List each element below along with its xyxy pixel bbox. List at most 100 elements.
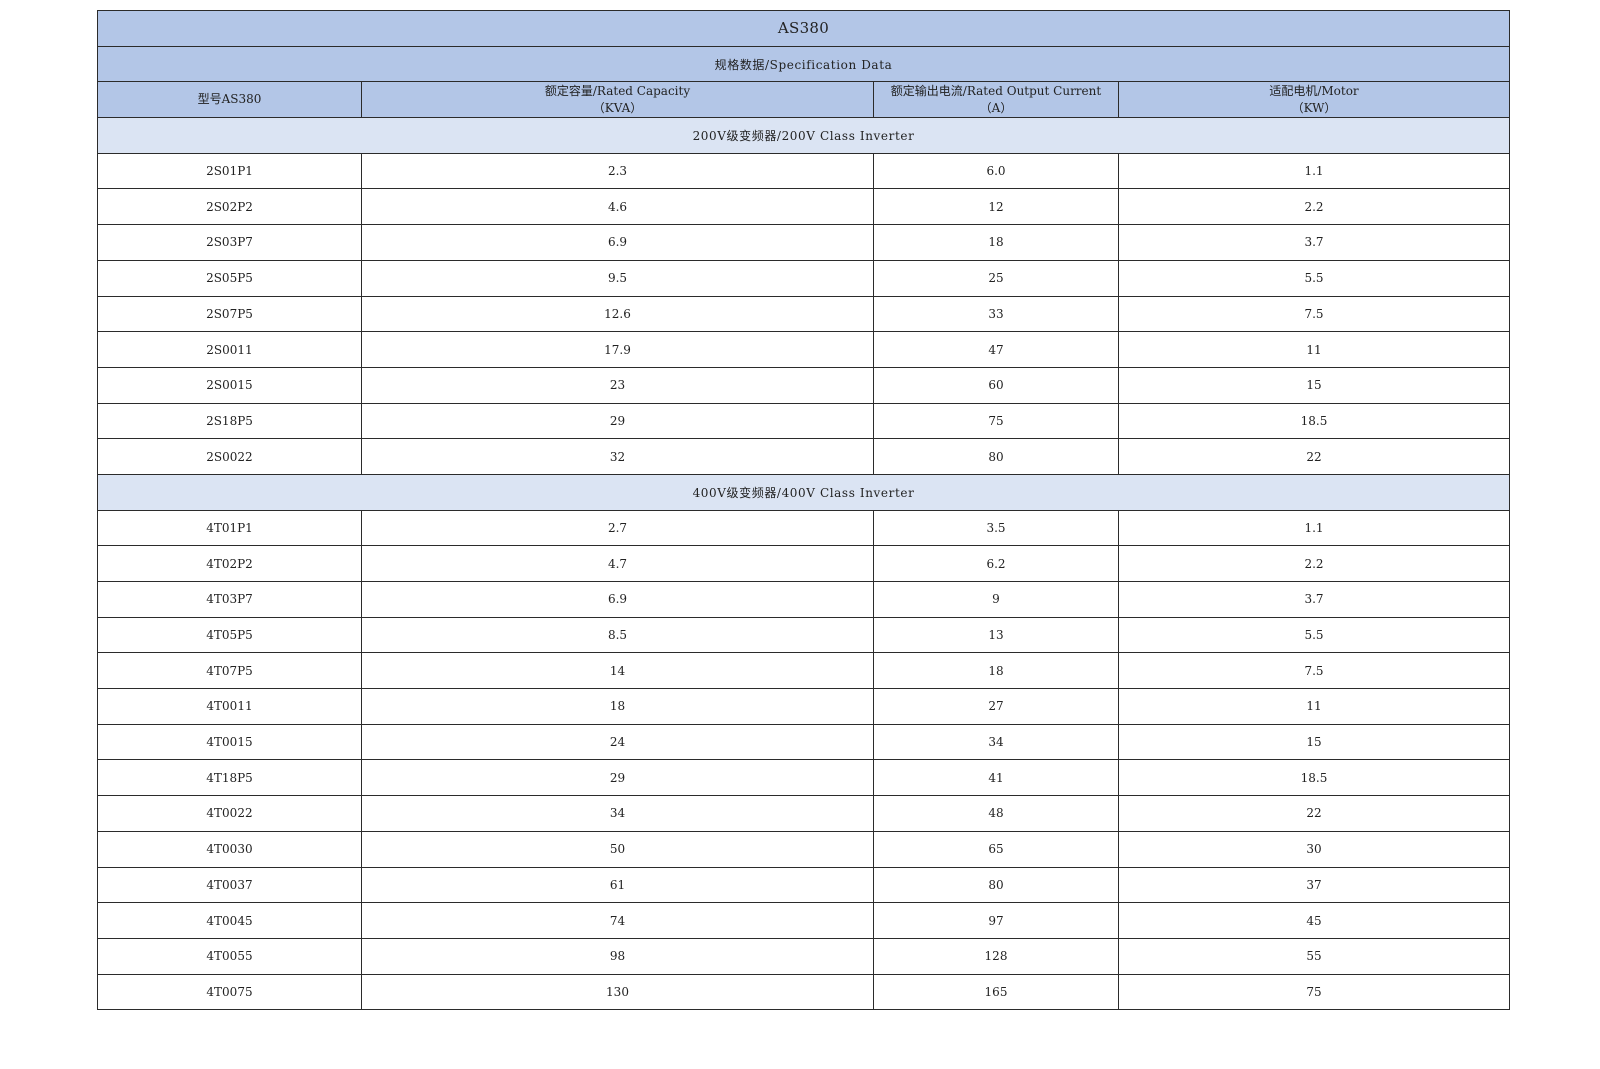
cell-capacity: 6.9	[361, 581, 874, 618]
header-current-unit: （A）	[979, 100, 1013, 115]
cell-capacity: 29	[361, 402, 874, 440]
header-capacity-unit: （KVA）	[592, 100, 643, 115]
table-row: 4T01P1 2.7 3.5 1.1	[97, 509, 1510, 547]
cell-model: 4T0011	[97, 688, 362, 725]
cell-capacity: 50	[361, 830, 874, 868]
table-row: 4T03P7 6.9 9 3.7	[97, 581, 1510, 618]
cell-capacity: 98	[361, 937, 874, 975]
cell-capacity: 32	[361, 438, 874, 475]
cell-motor: 7.5	[1118, 295, 1510, 333]
cell-current: 65	[873, 830, 1119, 868]
table-row: 2S03P7 6.9 18 3.7	[97, 224, 1510, 261]
spec-table: AS380 规格数据/Specification Data 型号AS380 额定…	[97, 10, 1510, 1011]
cell-motor: 15	[1118, 366, 1510, 404]
table-title: AS380	[97, 10, 1510, 47]
cell-motor: 5.5	[1118, 259, 1510, 297]
group-label: 400V级变频器/400V Class Inverter	[97, 473, 1510, 511]
cell-current: 18	[873, 224, 1119, 261]
cell-motor: 7.5	[1118, 652, 1510, 690]
cell-current: 80	[873, 866, 1119, 904]
header-motor-label: 适配电机/Motor	[1269, 83, 1359, 98]
cell-current: 9	[873, 581, 1119, 618]
table-row: 2S01P1 2.3 6.0 1.1	[97, 152, 1510, 190]
cell-motor: 18.5	[1118, 759, 1510, 797]
cell-model: 4T0030	[97, 830, 362, 868]
cell-model: 2S0015	[97, 366, 362, 404]
cell-model: 4T0055	[97, 937, 362, 975]
table-row: 2S02P2 4.6 12 2.2	[97, 188, 1510, 226]
cell-motor: 15	[1118, 723, 1510, 761]
table-row: 4T0011 18 27 11	[97, 688, 1510, 725]
cell-model: 4T18P5	[97, 759, 362, 797]
table-row: 2S18P5 29 75 18.5	[97, 402, 1510, 440]
table-row: 2S07P5 12.6 33 7.5	[97, 295, 1510, 333]
cell-model: 2S02P2	[97, 188, 362, 226]
cell-current: 6.0	[873, 152, 1119, 190]
cell-motor: 1.1	[1118, 509, 1510, 547]
table-row: 4T0037 61 80 37	[97, 866, 1510, 904]
group-header-row: 400V级变频器/400V Class Inverter	[97, 473, 1510, 511]
cell-capacity: 14	[361, 652, 874, 690]
cell-model: 4T01P1	[97, 509, 362, 547]
cell-capacity: 29	[361, 759, 874, 797]
cell-capacity: 17.9	[361, 331, 874, 368]
cell-model: 4T0015	[97, 723, 362, 761]
cell-model: 2S0022	[97, 438, 362, 475]
cell-current: 48	[873, 795, 1119, 832]
cell-motor: 11	[1118, 688, 1510, 725]
cell-model: 4T0037	[97, 866, 362, 904]
table-subtitle: 规格数据/Specification Data	[97, 45, 1510, 83]
cell-current: 34	[873, 723, 1119, 761]
cell-capacity: 34	[361, 795, 874, 832]
table-row: 4T05P5 8.5 13 5.5	[97, 616, 1510, 654]
cell-current: 75	[873, 402, 1119, 440]
cell-model: 4T0075	[97, 973, 362, 1011]
cell-capacity: 6.9	[361, 224, 874, 261]
cell-current: 3.5	[873, 509, 1119, 547]
cell-current: 41	[873, 759, 1119, 797]
cell-capacity: 9.5	[361, 259, 874, 297]
cell-current: 97	[873, 902, 1119, 939]
header-model: 型号AS380	[97, 81, 362, 119]
cell-model: 4T05P5	[97, 616, 362, 654]
table-row: 4T0045 74 97 45	[97, 902, 1510, 939]
header-current-label: 额定输出电流/Rated Output Current	[890, 83, 1102, 98]
cell-motor: 22	[1118, 438, 1510, 475]
cell-model: 2S0011	[97, 331, 362, 368]
cell-model: 4T02P2	[97, 545, 362, 582]
cell-current: 25	[873, 259, 1119, 297]
column-header-row: 型号AS380 额定容量/Rated Capacity （KVA） 额定输出电流…	[97, 81, 1510, 119]
header-motor-unit: （KW）	[1291, 100, 1337, 115]
cell-capacity: 74	[361, 902, 874, 939]
cell-capacity: 2.3	[361, 152, 874, 190]
cell-capacity: 8.5	[361, 616, 874, 654]
cell-motor: 30	[1118, 830, 1510, 868]
cell-model: 2S05P5	[97, 259, 362, 297]
header-motor: 适配电机/Motor （KW）	[1118, 81, 1510, 119]
cell-model: 4T0022	[97, 795, 362, 832]
cell-model: 2S03P7	[97, 224, 362, 261]
cell-current: 165	[873, 973, 1119, 1011]
subtitle-row: 规格数据/Specification Data	[97, 45, 1510, 83]
cell-model: 2S01P1	[97, 152, 362, 190]
cell-capacity: 2.7	[361, 509, 874, 547]
cell-capacity: 18	[361, 688, 874, 725]
cell-current: 80	[873, 438, 1119, 475]
cell-model: 4T07P5	[97, 652, 362, 690]
cell-motor: 11	[1118, 331, 1510, 368]
header-capacity: 额定容量/Rated Capacity （KVA）	[361, 81, 874, 119]
table-row: 4T07P5 14 18 7.5	[97, 652, 1510, 690]
cell-capacity: 24	[361, 723, 874, 761]
cell-current: 13	[873, 616, 1119, 654]
cell-current: 60	[873, 366, 1119, 404]
table-row: 4T18P5 29 41 18.5	[97, 759, 1510, 797]
cell-capacity: 130	[361, 973, 874, 1011]
cell-motor: 1.1	[1118, 152, 1510, 190]
title-row: AS380	[97, 10, 1510, 47]
cell-capacity: 23	[361, 366, 874, 404]
cell-capacity: 4.7	[361, 545, 874, 582]
cell-current: 33	[873, 295, 1119, 333]
cell-motor: 45	[1118, 902, 1510, 939]
table-row: 4T0075 130 165 75	[97, 973, 1510, 1011]
header-model-label: 型号AS380	[197, 92, 262, 107]
